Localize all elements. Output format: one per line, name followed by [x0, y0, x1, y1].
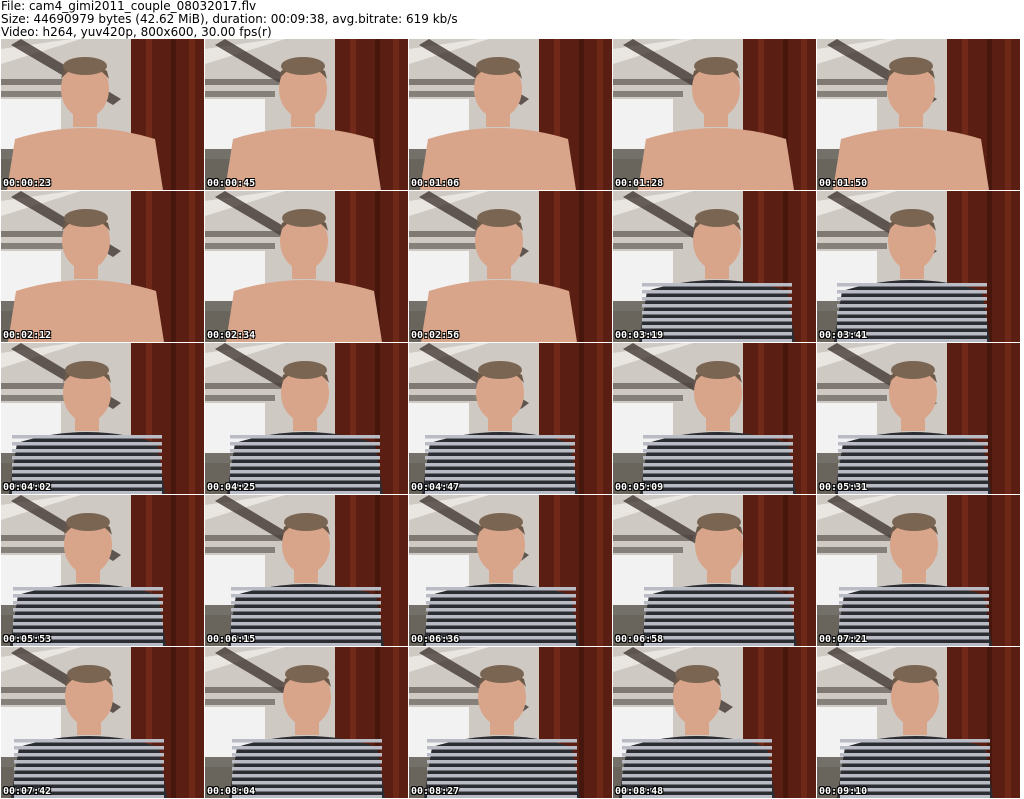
video-thumbnail: 00:01:50 [817, 39, 1020, 190]
thumbnail-timestamp: 00:06:15 [207, 634, 256, 645]
thumbnail-timestamp: 00:02:12 [3, 330, 52, 341]
thumbnail-timestamp: 00:05:53 [3, 634, 52, 645]
thumbnail-timestamp: 00:03:41 [819, 330, 868, 341]
video-thumbnail: 00:07:42 [1, 647, 204, 798]
thumbnail-timestamp: 00:07:42 [3, 786, 52, 797]
video-thumbnail: 00:04:47 [409, 343, 612, 494]
thumbnail-grid: 00:00:23 00:00:45 00:01:06 00:01:28 00:0… [1, 39, 1023, 799]
thumbnail-timestamp: 00:05:09 [615, 482, 664, 493]
thumbnail-timestamp: 00:02:56 [411, 330, 460, 341]
thumbnail-timestamp: 00:08:04 [207, 786, 256, 797]
thumbnail-timestamp: 00:02:34 [207, 330, 256, 341]
thumbnail-timestamp: 00:05:31 [819, 482, 868, 493]
thumbnail-timestamp: 00:01:50 [819, 178, 868, 189]
video-thumbnail: 00:07:21 [817, 495, 1020, 646]
thumbnail-timestamp: 00:00:23 [3, 178, 52, 189]
video-thumbnail: 00:01:06 [409, 39, 612, 190]
video-thumbnail: 00:01:28 [613, 39, 816, 190]
video-thumbnail: 00:02:34 [205, 191, 408, 342]
video-thumbnail: 00:03:19 [613, 191, 816, 342]
thumbnail-timestamp: 00:01:28 [615, 178, 664, 189]
video-thumbnail: 00:06:36 [409, 495, 612, 646]
video-thumbnail: 00:08:04 [205, 647, 408, 798]
thumbnail-timestamp: 00:04:47 [411, 482, 460, 493]
video-thumbnail: 00:02:12 [1, 191, 204, 342]
video-thumbnail: 00:04:25 [205, 343, 408, 494]
thumbnail-timestamp: 00:08:27 [411, 786, 460, 797]
video-thumbnail: 00:09:10 [817, 647, 1020, 798]
thumbnail-timestamp: 00:07:21 [819, 634, 868, 645]
video-thumbnail: 00:06:15 [205, 495, 408, 646]
thumbnail-timestamp: 00:04:25 [207, 482, 256, 493]
video-thumbnail: 00:05:31 [817, 343, 1020, 494]
video-thumbnail: 00:00:45 [205, 39, 408, 190]
thumbnail-timestamp: 00:04:02 [3, 482, 52, 493]
video-thumbnail: 00:00:23 [1, 39, 204, 190]
thumbnail-timestamp: 00:09:10 [819, 786, 868, 797]
video-thumbnail: 00:04:02 [1, 343, 204, 494]
video-thumbnail: 00:05:09 [613, 343, 816, 494]
thumbnail-timestamp: 00:00:45 [207, 178, 256, 189]
video-thumbnail: 00:02:56 [409, 191, 612, 342]
video-thumbnail: 00:08:27 [409, 647, 612, 798]
video-thumbnail: 00:03:41 [817, 191, 1020, 342]
video-info-line: Video: h264, yuv420p, 800x600, 30.00 fps… [1, 25, 272, 39]
thumbnail-timestamp: 00:03:19 [615, 330, 664, 341]
thumbnail-timestamp: 00:06:36 [411, 634, 460, 645]
thumbnail-timestamp: 00:08:48 [615, 786, 664, 797]
thumbnail-timestamp: 00:06:58 [615, 634, 664, 645]
file-info-header: File: cam4_gimi2011_couple_08032017.flv … [1, 0, 1021, 39]
thumbnail-timestamp: 00:01:06 [411, 178, 460, 189]
video-thumbnail: 00:05:53 [1, 495, 204, 646]
video-thumbnail: 00:06:58 [613, 495, 816, 646]
video-thumbnail: 00:08:48 [613, 647, 816, 798]
